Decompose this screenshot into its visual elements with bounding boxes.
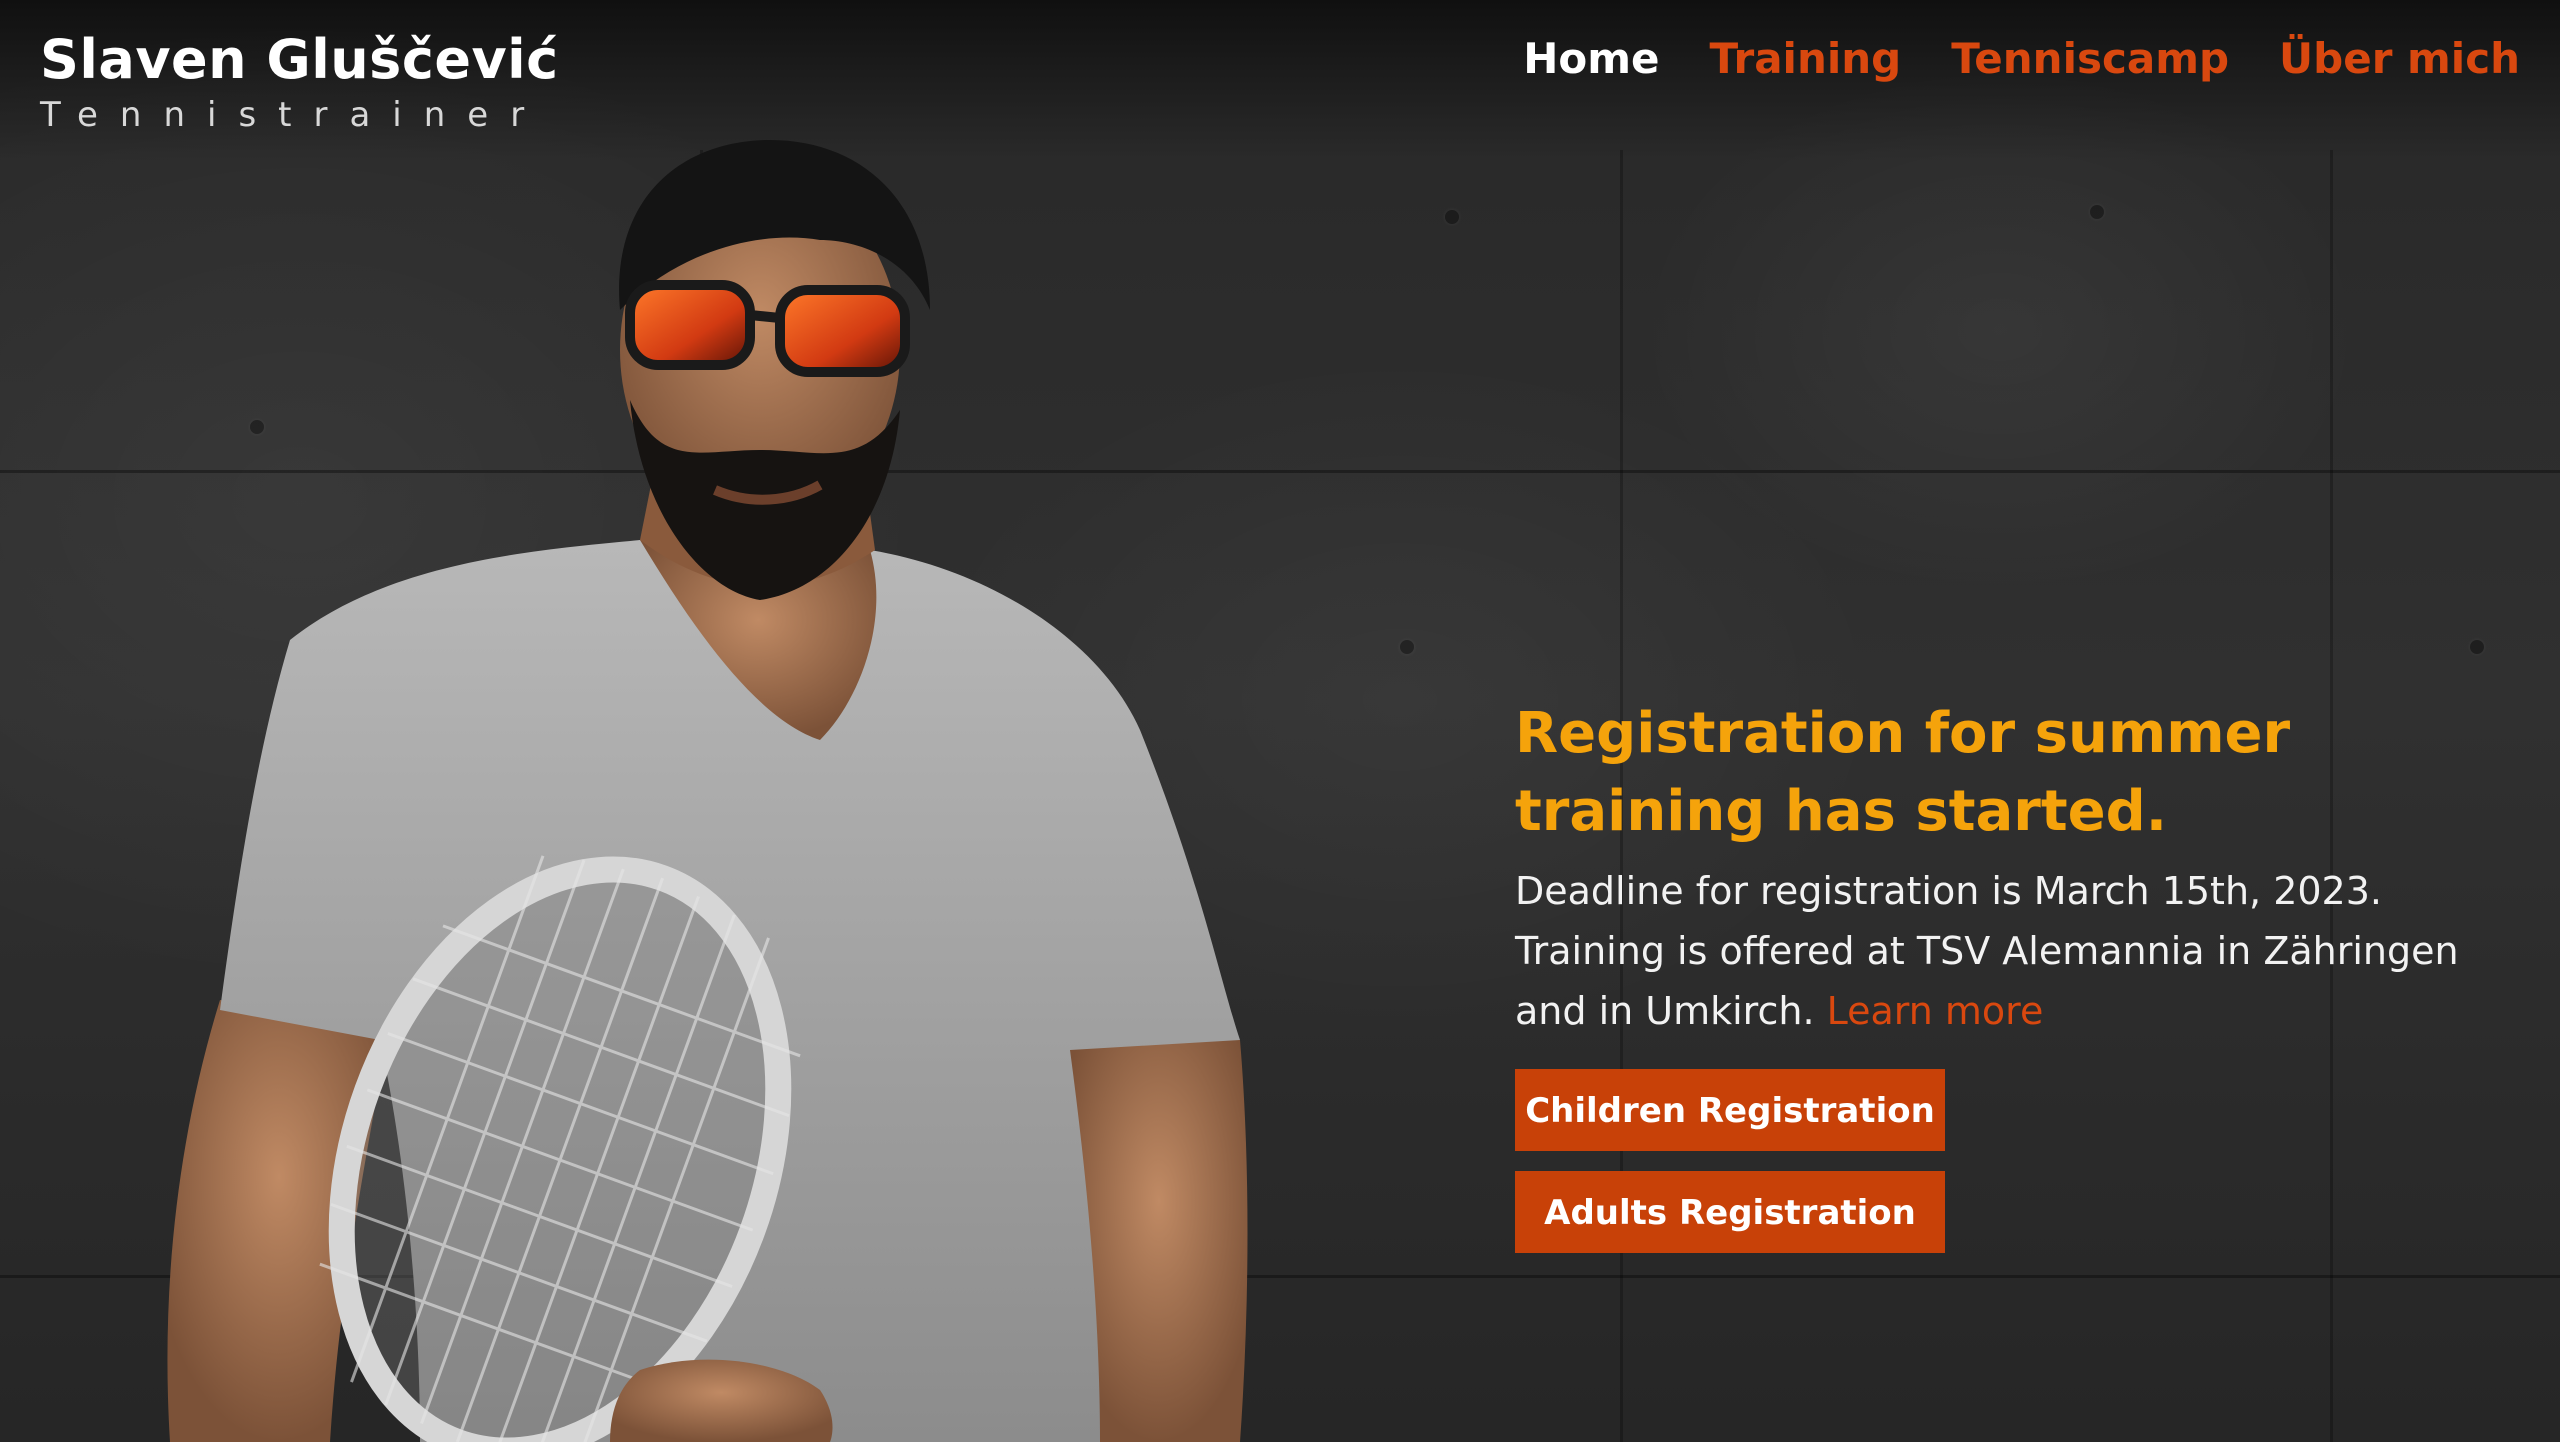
wall-bolt: [1400, 640, 1414, 654]
wall-bolt: [2090, 205, 2104, 219]
children-registration-button[interactable]: Children Registration: [1515, 1069, 1945, 1151]
brand[interactable]: Slaven Gluščević Tennistrainer: [40, 30, 559, 136]
announcement: Registration for summer training has sta…: [1515, 695, 2515, 1253]
announcement-body: Deadline for registration is March 15th,…: [1515, 861, 2515, 1041]
hero-section: Slaven Gluščević Tennistrainer Home Trai…: [0, 0, 2560, 1442]
main-nav: Home Training Tenniscamp Über mich: [1523, 34, 2520, 83]
wall-bolt: [1445, 210, 1459, 224]
nav-training[interactable]: Training: [1709, 34, 1901, 83]
announcement-title: Registration for summer training has sta…: [1515, 701, 2291, 844]
brand-tagline: Tennistrainer: [40, 95, 547, 136]
adults-registration-button[interactable]: Adults Registration: [1515, 1171, 1945, 1253]
nav-home[interactable]: Home: [1523, 34, 1659, 83]
wall-bolt: [2470, 640, 2484, 654]
nav-tenniscamp[interactable]: Tenniscamp: [1951, 34, 2229, 83]
brand-name[interactable]: Slaven Gluščević: [40, 30, 559, 90]
nav-about-me[interactable]: Über mich: [2279, 34, 2520, 83]
trainer-photo: [167, 140, 1248, 1442]
learn-more-link[interactable]: Learn more: [1827, 989, 2044, 1033]
